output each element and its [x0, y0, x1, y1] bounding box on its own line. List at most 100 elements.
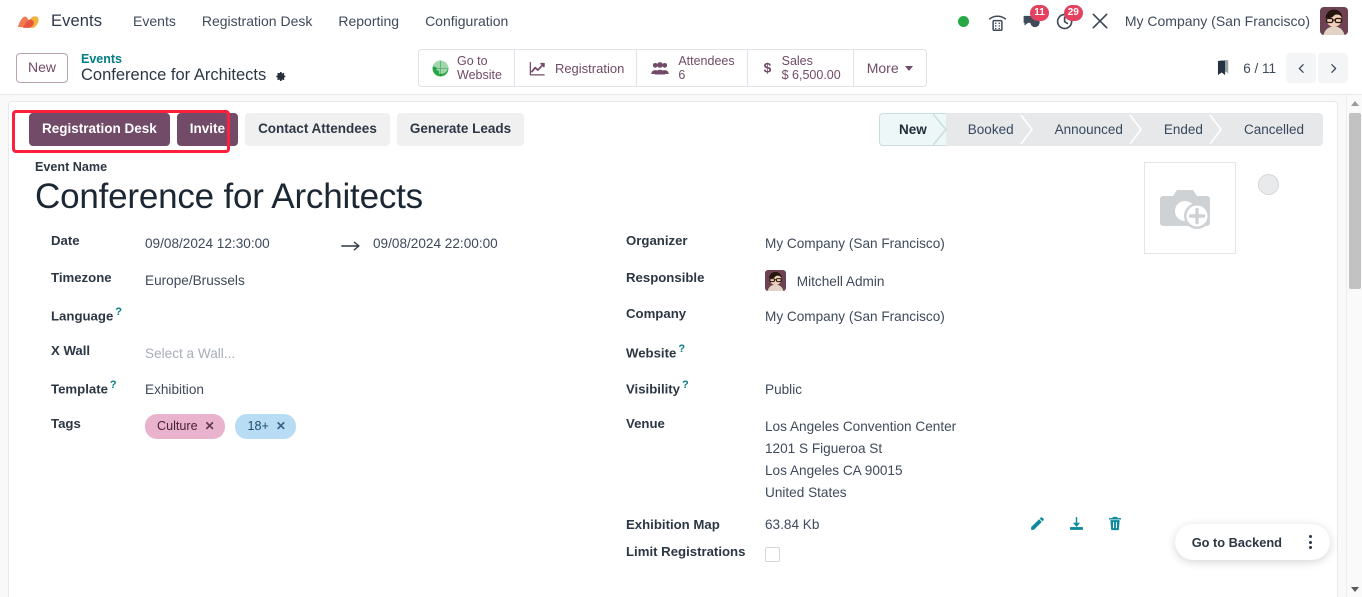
- bookmark-icon[interactable]: [1214, 58, 1233, 78]
- app-brand[interactable]: Events: [16, 11, 102, 31]
- stage-announced[interactable]: Announced: [1033, 113, 1142, 146]
- limit-registrations-checkbox[interactable]: [765, 547, 780, 563]
- go-to-backend-button[interactable]: Go to Backend: [1179, 531, 1295, 554]
- venue-label: Venue: [626, 415, 665, 431]
- kebab-menu-icon[interactable]: [1297, 529, 1323, 555]
- stage-arrow-icon: [1129, 113, 1143, 146]
- venue-value[interactable]: Los Angeles Convention Center 1201 S Fig…: [765, 414, 956, 505]
- help-tooltip-icon[interactable]: ?: [682, 379, 689, 391]
- event-name-label: Event Name: [35, 160, 108, 174]
- chevron-right-icon: [1330, 63, 1336, 73]
- contact-attendees-button[interactable]: Contact Attendees: [245, 113, 390, 146]
- more-stat-buttons-dropdown[interactable]: More: [854, 50, 926, 86]
- nav-item-events[interactable]: Events: [120, 7, 189, 35]
- x-wall-input[interactable]: Select a Wall...: [145, 341, 235, 364]
- stage-cancelled[interactable]: Cancelled: [1222, 113, 1323, 146]
- help-tooltip-icon[interactable]: ?: [110, 379, 117, 391]
- stage-ended[interactable]: Ended: [1142, 113, 1222, 146]
- date-end-value[interactable]: 09/08/2024 22:00:00: [373, 233, 498, 254]
- sales-stat-text: Sales $ 6,500.00: [782, 54, 841, 83]
- tag-remove-icon[interactable]: ✕: [276, 417, 286, 436]
- tags-value: Culture ✕ 18+ ✕: [145, 413, 303, 440]
- stage-arrow-icon: [1209, 113, 1223, 146]
- visibility-value[interactable]: Public: [765, 377, 802, 400]
- pager-buttons: [1286, 53, 1348, 83]
- template-value[interactable]: Exhibition: [145, 377, 204, 400]
- stage-booked[interactable]: Booked: [946, 113, 1033, 146]
- event-form-card: Registration Desk Invite Contact Attende…: [8, 101, 1338, 597]
- voip-phone-icon[interactable]: [981, 6, 1015, 36]
- event-cover-block: [1144, 162, 1279, 254]
- company-switcher[interactable]: My Company (San Francisco): [1117, 13, 1320, 29]
- event-image-upload[interactable]: [1144, 162, 1236, 254]
- go-to-website-button[interactable]: Go to Website: [419, 50, 515, 86]
- help-tooltip-icon[interactable]: ?: [115, 306, 122, 318]
- field-row-language: Language?: [51, 304, 621, 341]
- stage-statusbar: New Booked Announced Ended Cancelled: [879, 113, 1323, 146]
- messaging-menu-button[interactable]: 11: [1015, 5, 1049, 36]
- date-value-group: 09/08/2024 12:30:00 09/08/2024 22:00:00: [145, 231, 498, 258]
- tag-remove-icon[interactable]: ✕: [205, 417, 215, 436]
- attendees-stat-label: Attendees: [678, 53, 735, 68]
- generate-leads-button[interactable]: Generate Leads: [396, 113, 525, 146]
- company-value[interactable]: My Company (San Francisco): [765, 304, 945, 327]
- organizer-value[interactable]: My Company (San Francisco): [765, 231, 945, 254]
- activities-menu-button[interactable]: 29: [1049, 5, 1083, 36]
- scrollbar-thumb[interactable]: [1349, 113, 1361, 289]
- user-menu-avatar[interactable]: [1320, 7, 1348, 35]
- responsible-avatar: [765, 269, 786, 291]
- invite-button[interactable]: Invite: [176, 113, 239, 146]
- help-tooltip-icon[interactable]: ?: [678, 343, 685, 355]
- attendees-stat-button[interactable]: Attendees 6: [637, 50, 748, 86]
- new-record-button[interactable]: New: [16, 53, 69, 83]
- field-row-venue: Venue Los Angeles Convention Center 1201…: [626, 414, 1317, 505]
- scroll-down-arrow-icon[interactable]: [1347, 581, 1362, 597]
- download-icon[interactable]: [1068, 515, 1085, 532]
- scroll-up-arrow-icon[interactable]: [1347, 95, 1362, 111]
- pager-previous-button[interactable]: [1286, 53, 1316, 83]
- sales-stat-label: Sales: [781, 53, 813, 68]
- registration-desk-button[interactable]: Registration Desk: [29, 113, 170, 146]
- user-avatar-icon: [1320, 7, 1348, 35]
- breadcrumb: Events Conference for Architects: [81, 52, 287, 84]
- more-label: More: [866, 60, 899, 76]
- date-start-value[interactable]: 09/08/2024 12:30:00: [145, 233, 341, 254]
- breadcrumb-parent-link[interactable]: Events: [81, 52, 287, 66]
- stage-cancelled-label: Cancelled: [1243, 122, 1304, 137]
- template-label: Template?: [51, 377, 145, 396]
- attachment-actions: [1029, 515, 1123, 532]
- go-to-website-text: Go to Website: [457, 54, 502, 83]
- pager-next-button[interactable]: [1318, 53, 1348, 83]
- field-row-template: Template? Exhibition: [51, 377, 621, 414]
- tag-culture[interactable]: Culture ✕: [145, 413, 225, 440]
- stage-announced-label: Announced: [1054, 122, 1123, 137]
- trash-delete-icon[interactable]: [1107, 515, 1123, 532]
- timezone-value[interactable]: Europe/Brussels: [145, 268, 245, 291]
- activities-counter: 29: [1063, 5, 1083, 21]
- go-to-website-line1: Go to: [457, 53, 488, 68]
- people-icon: [651, 61, 670, 74]
- nav-item-registration-desk[interactable]: Registration Desk: [189, 7, 326, 35]
- pager-counter[interactable]: 6 / 11: [1243, 61, 1276, 76]
- attendees-stat-text: Attendees 6: [678, 54, 734, 83]
- registration-stat-button[interactable]: Registration: [515, 50, 638, 86]
- odoo-events-logo-icon: [17, 16, 39, 28]
- gear-icon[interactable]: [273, 68, 287, 82]
- nav-item-configuration[interactable]: Configuration: [412, 7, 521, 35]
- vertical-scrollbar[interactable]: [1346, 95, 1362, 597]
- form-left-column: Date 09/08/2024 12:30:00 09/08/2024 22:0…: [35, 231, 621, 579]
- developer-tools-button[interactable]: [1083, 6, 1117, 36]
- tag-18plus[interactable]: 18+ ✕: [235, 413, 296, 440]
- nav-item-reporting[interactable]: Reporting: [325, 7, 412, 35]
- date-label: Date: [51, 233, 80, 249]
- record-color-picker[interactable]: [1258, 174, 1279, 195]
- go-to-website-line2: Website: [457, 68, 502, 82]
- presence-status-icon[interactable]: [947, 6, 981, 36]
- responsible-name[interactable]: Mitchell Admin: [797, 274, 885, 289]
- event-name-value[interactable]: Conference for Architects: [35, 176, 1317, 217]
- visibility-label: Visibility?: [626, 377, 765, 396]
- record-sheet-area: Registration Desk Invite Contact Attende…: [0, 95, 1362, 597]
- stage-new[interactable]: New: [879, 113, 947, 146]
- sales-stat-button[interactable]: $ Sales $ 6,500.00: [748, 50, 854, 86]
- pencil-edit-icon[interactable]: [1029, 515, 1046, 532]
